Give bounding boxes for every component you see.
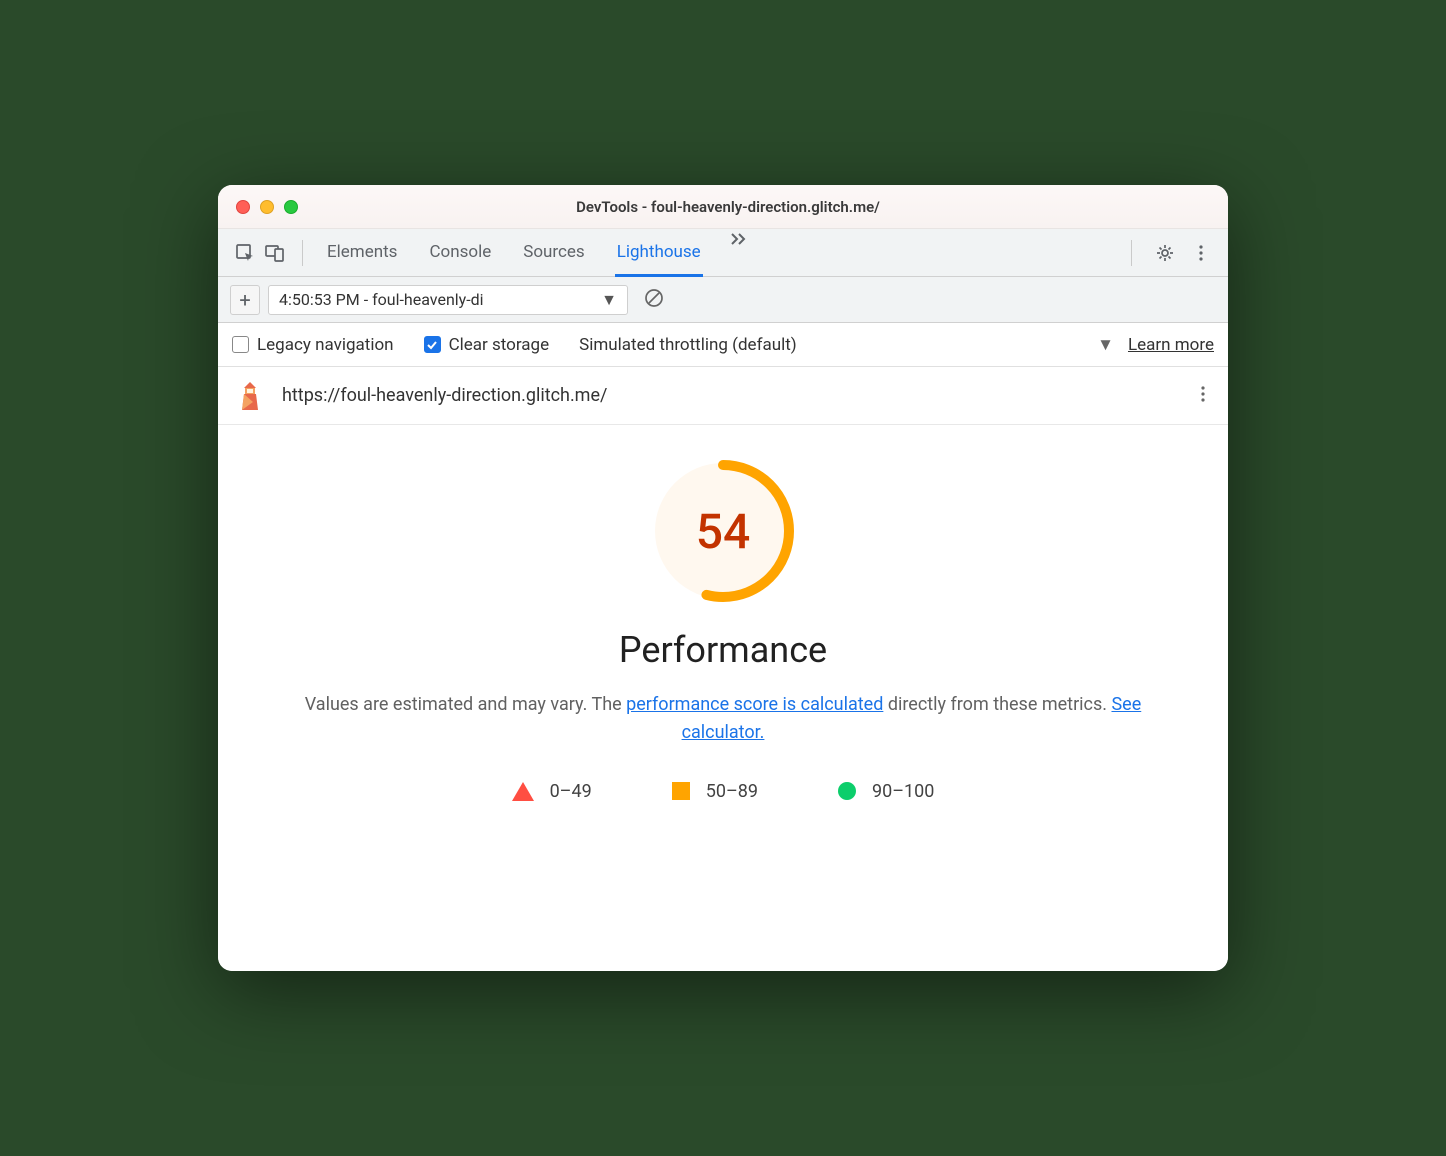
learn-more-link[interactable]: Learn more bbox=[1128, 335, 1214, 355]
panel-tabs: Elements Console Sources Lighthouse bbox=[325, 230, 749, 276]
performance-gauge: 54 bbox=[649, 457, 797, 605]
legacy-nav-label: Legacy navigation bbox=[257, 335, 394, 355]
main-toolbar: Elements Console Sources Lighthouse bbox=[218, 229, 1228, 277]
legend-high-label: 90–100 bbox=[872, 781, 934, 802]
legend-low: 0–49 bbox=[512, 781, 592, 802]
square-icon bbox=[672, 782, 690, 800]
legend-high: 90–100 bbox=[838, 781, 934, 802]
clear-storage-label: Clear storage bbox=[449, 335, 550, 355]
throttling-dropdown-caret-icon[interactable]: ▼ bbox=[1097, 335, 1114, 355]
score-legend: 0–49 50–89 90–100 bbox=[512, 781, 935, 802]
lighthouse-icon bbox=[234, 380, 266, 412]
settings-gear-icon[interactable] bbox=[1150, 238, 1180, 268]
tab-sources[interactable]: Sources bbox=[521, 230, 586, 276]
circle-icon bbox=[838, 782, 856, 800]
clear-storage-checkbox[interactable] bbox=[424, 336, 441, 353]
separator bbox=[1131, 240, 1132, 266]
legend-low-label: 0–49 bbox=[550, 781, 592, 802]
report-url: https://foul-heavenly-direction.glitch.m… bbox=[282, 385, 607, 406]
window-title: DevTools - foul-heavenly-direction.glitc… bbox=[246, 198, 1210, 216]
lighthouse-options: Legacy navigation Clear storage Simulate… bbox=[218, 323, 1228, 367]
section-description: Values are estimated and may vary. The p… bbox=[303, 691, 1143, 747]
desc-text: Values are estimated and may vary. The bbox=[305, 694, 626, 715]
report-selector[interactable]: 4:50:53 PM - foul-heavenly-di ▼ bbox=[268, 285, 628, 315]
throttling-label: Simulated throttling (default) bbox=[579, 335, 797, 355]
tab-elements[interactable]: Elements bbox=[325, 230, 399, 276]
gauge-score: 54 bbox=[649, 457, 797, 605]
desc-text: directly from these metrics. bbox=[883, 694, 1111, 715]
triangle-icon bbox=[512, 782, 534, 801]
new-report-button[interactable]: + bbox=[230, 285, 260, 315]
separator bbox=[302, 240, 303, 266]
section-title: Performance bbox=[619, 629, 827, 671]
tab-console[interactable]: Console bbox=[427, 230, 493, 276]
legacy-nav-checkbox[interactable] bbox=[232, 336, 249, 353]
report-selector-label: 4:50:53 PM - foul-heavenly-di bbox=[279, 290, 484, 309]
legend-mid-label: 50–89 bbox=[706, 781, 758, 802]
score-calc-link[interactable]: performance score is calculated bbox=[626, 694, 883, 715]
inspect-element-icon[interactable] bbox=[230, 238, 260, 268]
device-toolbar-icon[interactable] bbox=[260, 238, 290, 268]
clear-icon[interactable] bbox=[644, 288, 664, 312]
devtools-window: DevTools - foul-heavenly-direction.glitc… bbox=[218, 185, 1228, 971]
tab-lighthouse[interactable]: Lighthouse bbox=[615, 230, 703, 277]
report-url-row: https://foul-heavenly-direction.glitch.m… bbox=[218, 367, 1228, 425]
report-kebab-icon[interactable] bbox=[1194, 384, 1212, 408]
more-tabs-icon[interactable] bbox=[731, 230, 749, 276]
lighthouse-subbar: + 4:50:53 PM - foul-heavenly-di ▼ bbox=[218, 277, 1228, 323]
dropdown-caret-icon: ▼ bbox=[601, 290, 617, 310]
legend-mid: 50–89 bbox=[672, 781, 758, 802]
kebab-menu-icon[interactable] bbox=[1186, 238, 1216, 268]
report-content: 54 Performance Values are estimated and … bbox=[218, 425, 1228, 971]
titlebar: DevTools - foul-heavenly-direction.glitc… bbox=[218, 185, 1228, 229]
